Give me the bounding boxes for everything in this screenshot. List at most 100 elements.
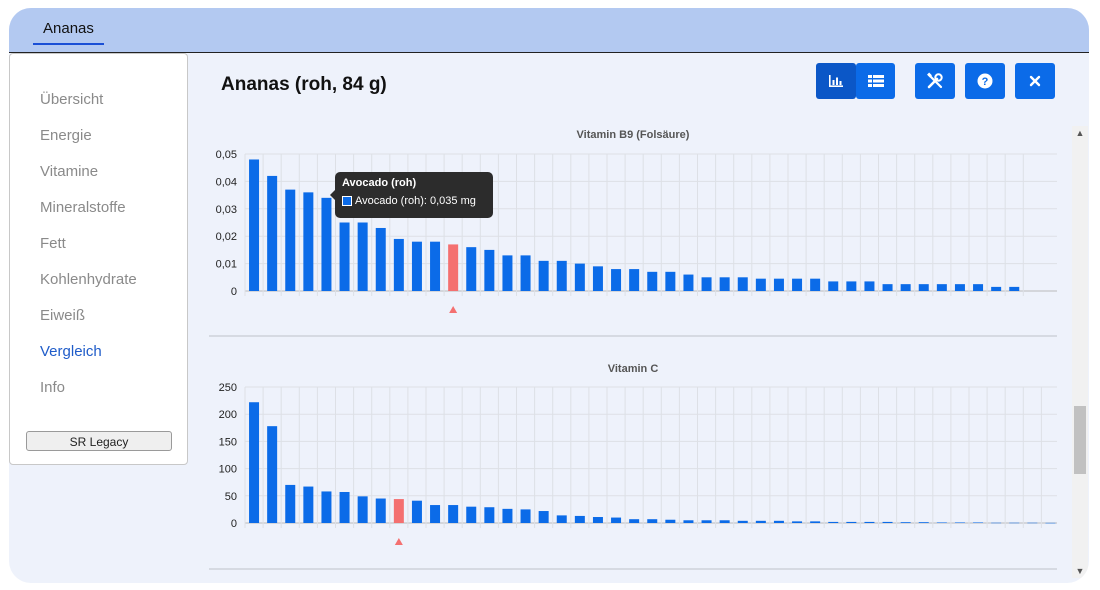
chart-bar <box>882 284 893 291</box>
chart-bar <box>792 278 803 291</box>
chart-bar <box>936 284 947 291</box>
tooltip-text: Avocado (roh): 0,035 mg <box>355 195 476 207</box>
chart-bar <box>520 509 531 523</box>
chart-bar <box>375 227 386 291</box>
chart-bar <box>321 197 332 291</box>
chart-bar <box>249 402 260 523</box>
chart-bar <box>1009 522 1020 524</box>
chart-bar <box>466 506 477 523</box>
chart-bar <box>303 192 314 291</box>
chart-bar <box>592 266 603 291</box>
chart-bar <box>357 496 368 523</box>
chart-bar <box>285 484 296 523</box>
chart-bar <box>665 271 676 291</box>
chart-bar <box>538 260 549 291</box>
chart-bar <box>393 238 404 291</box>
chart-bar <box>991 286 1002 291</box>
chart-bar <box>538 511 549 523</box>
y-tick-label: 0,05 <box>216 149 237 161</box>
chart-bar <box>574 515 585 523</box>
app-window: Ananas Übersicht Energie Vitamine Mineralst… <box>9 8 1089 583</box>
chart-bar <box>846 521 857 523</box>
chart-bar <box>683 520 694 523</box>
chart-bar <box>502 255 513 291</box>
chart-bar <box>719 277 730 291</box>
highlight-bar <box>448 244 459 291</box>
highlight-bar <box>393 499 404 523</box>
chart-bar <box>719 520 730 523</box>
chart-bar <box>267 175 278 291</box>
chart-bar <box>303 486 314 523</box>
chart-bar <box>665 519 676 523</box>
chart-bar <box>520 255 531 291</box>
chart-bar <box>773 278 784 291</box>
highlight-marker-icon <box>394 538 403 545</box>
y-tick-label: 0,03 <box>216 204 237 216</box>
comparison-charts: 0 0,01 0,02 0,03 0,04 0,05 0 50 100 150 200 250 <box>209 149 1057 570</box>
chart-bar <box>285 189 296 291</box>
chart-bar <box>357 222 368 291</box>
chart-bar <box>611 269 622 291</box>
chart-bar <box>755 278 766 291</box>
tooltip-row: Avocado (roh): 0,035 mg <box>342 195 486 207</box>
chart-bar <box>737 520 748 523</box>
y-tick-label: 0 <box>231 518 237 530</box>
chart-bar <box>864 521 875 523</box>
chart-bar <box>973 284 984 291</box>
scrollbar[interactable]: ▲ ▼ <box>1072 126 1088 578</box>
chart-bar <box>991 522 1002 524</box>
chart-bar <box>556 515 567 523</box>
y-tick-label: 200 <box>219 409 237 421</box>
chart-bar <box>647 271 658 291</box>
chart-bar <box>411 241 422 291</box>
chart-bar <box>936 522 947 523</box>
scroll-down-icon[interactable]: ▼ <box>1075 566 1085 576</box>
scroll-up-icon[interactable]: ▲ <box>1075 128 1085 138</box>
y-tick-label: 150 <box>219 436 237 448</box>
highlight-marker-icon <box>449 306 458 313</box>
chart-bar <box>430 241 441 291</box>
chart-bar <box>810 278 821 291</box>
chart-bar <box>466 247 477 291</box>
chart-bar <box>249 159 260 291</box>
chart-bar <box>502 508 513 523</box>
chart-bar <box>611 517 622 523</box>
chart-bar <box>973 522 984 523</box>
chart-bar <box>882 521 893 523</box>
chart-bar <box>1027 522 1038 524</box>
chart-bar <box>828 281 839 291</box>
chart-bar <box>954 522 965 523</box>
chart-bar <box>900 522 911 523</box>
chart-bar <box>339 491 350 523</box>
chart-bar <box>755 520 766 523</box>
chart-bar <box>773 520 784 523</box>
chart-bar <box>629 519 640 523</box>
chart-bar <box>484 507 495 523</box>
chart-bar <box>448 505 459 523</box>
chart-bar <box>864 281 875 291</box>
y-tick-label: 250 <box>219 382 237 394</box>
chart-bar <box>375 498 386 523</box>
scroll-thumb[interactable] <box>1074 406 1086 474</box>
tooltip-title: Avocado (roh) <box>342 177 417 189</box>
chart-bar <box>321 491 332 523</box>
chart-bar <box>846 281 857 291</box>
chart-bar <box>900 284 911 291</box>
chart-bar <box>484 249 495 291</box>
chart-bar <box>1009 286 1020 291</box>
y-tick-label: 0,04 <box>216 176 237 188</box>
chart-bar <box>792 521 803 523</box>
chart-bar <box>339 222 350 291</box>
chart-bar <box>828 521 839 523</box>
chart-bar <box>810 521 821 523</box>
chart-bar <box>1045 522 1056 524</box>
chart-tooltip: Avocado (roh) Avocado (roh): 0,035 mg <box>330 172 493 218</box>
y-tick-label: 0,02 <box>216 231 237 243</box>
chart-bar <box>918 522 929 523</box>
y-tick-label: 0,01 <box>216 259 237 271</box>
y-tick-label: 100 <box>219 464 237 476</box>
chart-bar <box>701 520 712 523</box>
chart-bar <box>954 284 965 291</box>
chart-bar <box>556 260 567 291</box>
chart-bar <box>574 263 585 291</box>
